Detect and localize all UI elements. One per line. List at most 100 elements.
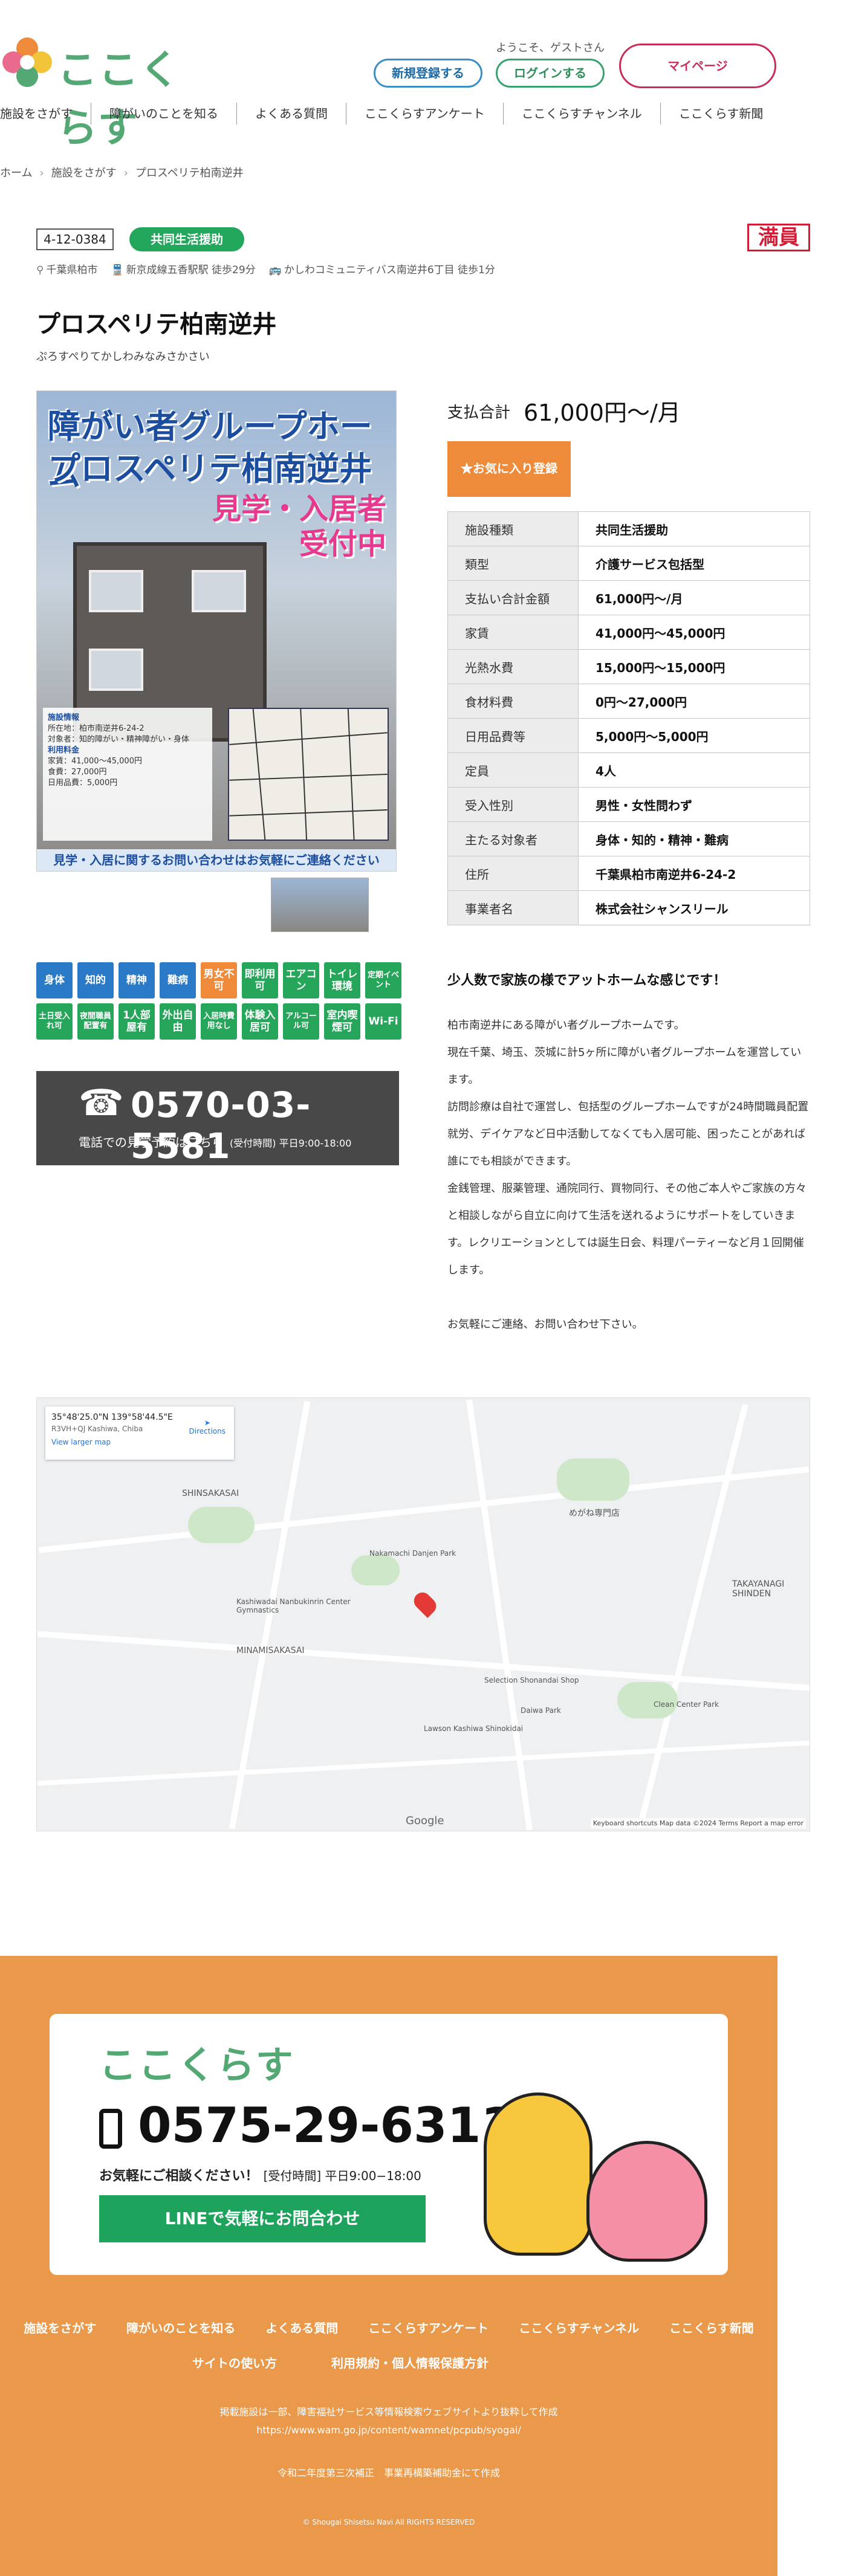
breadcrumb: ホーム › 施設をさがす › プロスペリテ柏南逆井 [0,164,244,180]
photo-map-illustration [228,708,389,841]
register-button[interactable]: 新規登録する [374,59,482,88]
site-header: ここくらす ようこそ、ゲストさん 新規登録する ログインする マイページ 施設を… [0,0,844,151]
footer-phone-number: 0575-29-6311 [138,2097,515,2154]
spec-value: 千葉県柏市南逆井6-24-2 [578,856,810,891]
nav-item-survey[interactable]: ここくらすアンケート [346,103,504,125]
feature-chip: 体験入居可 [242,1003,278,1040]
spec-value: 15,000円〜15,000円 [578,649,810,684]
map-park [557,1458,629,1501]
map-park [351,1555,400,1585]
nav-item-learn[interactable]: 障がいのことを知る [91,103,237,125]
nav-item-search[interactable]: 施設をさがす [0,103,91,125]
footer-source-text: 掲載施設は一部、障害福祉サービス等情報検索ウェブサイトより抜粋して作成 [219,2406,558,2418]
spec-value: 4人 [578,752,810,788]
spec-key: 家賃 [447,615,579,650]
nav-item-channel[interactable]: ここくらすチャンネル [504,103,661,125]
spec-key: 事業者名 [447,890,579,925]
favorite-button[interactable]: ★お気に入り登録 [447,441,571,497]
footer-nav-howto[interactable]: サイトの使い方 [192,2354,277,2371]
photo-info-title: 施設情報 [48,713,80,722]
phone-reservation-banner[interactable]: ☎ 0570-03-5581 電話での見学予約はこちら (受付時間) 平日9:00… [36,1071,399,1167]
footer-note-text: お気軽にご相談ください！ [99,2169,259,2184]
feature-chip: 入居時費用なし [201,1003,237,1040]
view-larger-map-link[interactable]: View larger map [51,1438,228,1446]
spec-row: 日用品費等 5,000円〜5,000円 [447,718,810,753]
footer-nav-channel[interactable]: ここくらすチャンネル [519,2319,639,2336]
spec-value: 共同生活援助 [578,511,810,546]
phone-icon: ☎ [79,1082,124,1124]
location-item: ⚲ 千葉県柏市 [36,261,97,276]
line-contact-button[interactable]: LINEで気軽にお問合わせ [99,2195,426,2242]
site-logo[interactable]: ここくらす [0,31,206,151]
nav-item-news[interactable]: ここくらす新聞 [661,103,782,125]
photo-thumbnail[interactable] [271,878,369,932]
map-road [229,1400,311,1830]
phone-hours: (受付時間) 平日9:00-18:00 [230,1138,352,1149]
footer-subnav: サイトの使い方 利用規約・個人情報保護方針 [0,2354,777,2371]
description-heading: 少人数で家族の様でアットホームな感じです！ [447,973,727,988]
map-info-card: 35°48'25.0"N 139°58'44.5"E R3VH+QJ Kashi… [45,1406,234,1460]
footer-nav-terms[interactable]: 利用規約・個人情報保護方針 [331,2354,489,2371]
directions-icon: ➤ [204,1419,210,1427]
footer-subsidy: 令和二年度第三次補正 事業再構築補助金にて作成 [277,2467,500,2479]
footer-nav-news[interactable]: ここくらす新聞 [669,2319,754,2336]
footer-copyright: © Shougai Shisetsu Navi All RIGHTS RESER… [302,2518,475,2526]
spec-row: 定員 4人 [447,752,810,788]
description-paragraph: 柏市南逆井にある障がい者グループホームです。 [447,1019,685,1032]
chevron-right-icon: › [123,167,128,180]
feature-chip: 1人部屋有 [118,1003,155,1040]
footer-phone[interactable]: 0575-29-6311 [99,2097,515,2154]
feature-chip: 精神 [118,962,155,998]
directions-button[interactable]: ➤ Directions [189,1419,226,1435]
spec-value: 介護サービス包括型 [578,546,810,581]
breadcrumb-search[interactable]: 施設をさがす [51,167,117,180]
footer-nav-faq[interactable]: よくある質問 [265,2319,338,2336]
map-pin-icon[interactable] [410,1588,440,1619]
map-attribution[interactable]: Keyboard shortcuts Map data ©2024 Terms … [590,1818,806,1828]
spec-value: 61,000円〜/月 [578,580,810,615]
site-footer: ここくらす 0575-29-6311 お気軽にご相談ください！ [受付時間] 平日… [0,1956,777,2576]
feature-chip: 夜間職員配置有 [77,1003,114,1040]
footer-note: お気軽にご相談ください！ [受付時間] 平日9:00−18:00 [99,2165,421,2184]
access-info: ⚲ 千葉県柏市 🚆 新京成線五香駅駅 徒歩29分 🚌 かしわコミュニティバス南逆井6丁… [36,261,495,276]
photo-info-line: 食費：27,000円 [48,768,107,777]
description-paragraph: 金銭管理、服薬管理、通院同行、買物同行、その他ご本人やご家族の方々と相談しながら… [447,1182,807,1277]
photo-visit-line-1: 見学・入居者 [212,492,386,526]
footer-nav-learn[interactable]: 障がいのことを知る [126,2319,235,2336]
mypage-button[interactable]: マイページ [619,44,776,88]
feature-chips: 身体 知的 精神 難病 男女不可 即利用可 エアコン トイレ環境 定期イベント 土日受入れ可 夜間職… [36,962,401,1040]
spec-key: 定員 [447,752,579,788]
google-map[interactable]: SHINSAKASAI MINAMISAKASAI TAKAYANAGI SHI… [36,1397,810,1831]
train-icon: 🚆 [111,264,124,276]
footer-source-url[interactable]: https://www.wam.go.jp/content/wamnet/pcp… [0,2421,777,2439]
spec-row: 事業者名 株式会社シャンスリール [447,890,810,925]
window-shape [192,570,246,612]
facility-id: 4-12-0384 [36,228,114,250]
spec-row: 受入性別 男性・女性問わず [447,787,810,822]
logo-text: ここくらす [57,47,181,151]
spec-value: 0円〜27,000円 [578,684,810,719]
window-shape [89,649,143,691]
google-logo: Google [406,1814,444,1827]
spec-key: 施設種類 [447,511,579,546]
spec-row: 食材料費 0円〜27,000円 [447,684,810,719]
footer-nav-search[interactable]: 施設をさがす [24,2319,96,2336]
map-label: Kashiwadai Nanbukinrin Center Gymnastics [236,1597,351,1614]
feature-chip: 身体 [36,962,73,998]
description-paragraph [447,1284,810,1311]
nav-item-faq[interactable]: よくある質問 [237,103,346,125]
description-body: 柏市南逆井にある障がい者グループホームです。 現在千葉、埼玉、茨城に計5ヶ所に障… [447,1012,810,1338]
login-button[interactable]: ログインする [496,59,605,88]
photo-info-line: 日用品費：5,000円 [48,778,118,788]
spec-key: 類型 [447,546,579,581]
footer-nav-survey[interactable]: ここくらすアンケート [368,2319,489,2336]
map-road [37,1740,810,1786]
phone-number[interactable]: 0570-03-5581 [131,1084,399,1167]
spec-row: 主たる対象者 身体・知的・精神・難病 [447,821,810,856]
map-pin-icon: ⚲ [36,264,44,276]
spec-value: 男性・女性問わず [578,787,810,822]
breadcrumb-home[interactable]: ホーム [0,167,32,180]
feature-chip: 土日受入れ可 [36,1003,73,1040]
footer-logo: ここくらす [99,2043,295,2087]
facility-main-photo[interactable]: 障がい者グループホーム プロスペリテ柏南逆井 見学・入居者 受付中 施設情報 所在… [36,390,397,872]
